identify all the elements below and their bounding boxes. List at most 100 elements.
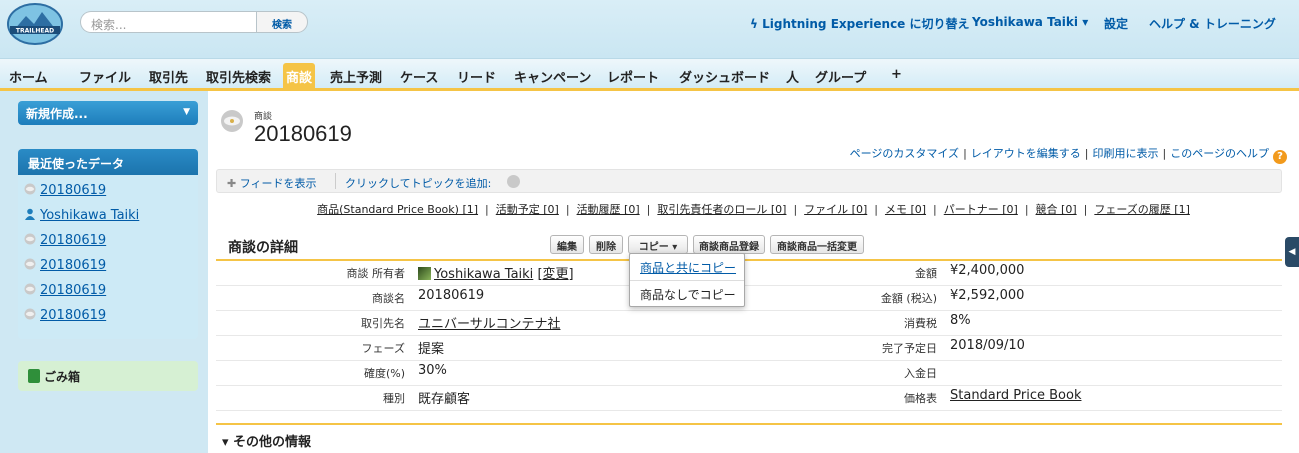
recent-item[interactable]: 20180619 — [24, 233, 106, 248]
opportunity-icon — [24, 183, 36, 195]
related-link-activity-history[interactable]: 活動履歴 [0] — [577, 203, 640, 216]
row-divider — [216, 385, 1282, 386]
tab-leads[interactable]: リード — [454, 65, 499, 87]
bulk-edit-products-button[interactable]: 商談商品一括変更 — [770, 235, 864, 254]
sidebar: 新規作成... ▼ 最近使ったデータ 20180619 Yoshikawa Ta… — [0, 91, 208, 453]
row-divider — [216, 285, 1282, 286]
field-label-owner: 商談 所有者 — [346, 267, 406, 280]
field-value-price-book: Standard Price Book — [950, 388, 1081, 403]
recent-item[interactable]: 20180619 — [24, 308, 106, 323]
page-title: 20180619 — [254, 121, 352, 146]
copy-dropdown-menu: 商品と共にコピー 商品なしでコピー — [629, 253, 745, 307]
row-divider — [216, 335, 1282, 336]
trailhead-logo[interactable]: TRAILHEAD — [6, 2, 64, 46]
search-input[interactable]: 検索... — [80, 11, 256, 33]
tab-groups[interactable]: グループ — [812, 65, 869, 87]
field-value-type: 既存顧客 — [418, 392, 471, 407]
copy-without-products-item[interactable]: 商品なしでコピー — [640, 286, 736, 303]
edit-button[interactable]: 編集 — [550, 235, 584, 254]
info-icon[interactable] — [507, 175, 520, 188]
lightning-bolt-icon: ϟ — [750, 17, 763, 31]
tab-people[interactable]: 人 — [783, 65, 802, 87]
user-icon — [25, 208, 35, 220]
top-header: TRAILHEAD 検索... 検索 ϟ Lightning Experienc… — [0, 0, 1299, 58]
related-link-contact-roles[interactable]: 取引先責任者のロール [0] — [657, 203, 786, 216]
change-owner-link[interactable]: [変更] — [537, 267, 573, 282]
tab-campaigns[interactable]: キャンペーン — [511, 65, 594, 87]
add-products-button[interactable]: 商談商品登録 — [693, 235, 765, 254]
related-link-open-activities[interactable]: 活動予定 [0] — [496, 203, 559, 216]
copy-menu-button[interactable]: コピー ▾ — [628, 235, 688, 254]
related-link-competitors[interactable]: 競合 [0] — [1036, 203, 1077, 216]
settings-link[interactable]: 設定 — [1104, 15, 1128, 32]
tab-cases[interactable]: ケース — [397, 65, 441, 87]
recycle-bin-label: ごみ箱 — [44, 370, 81, 384]
logo-text: TRAILHEAD — [16, 28, 54, 35]
tab-account-search[interactable]: 取引先検索 — [203, 65, 274, 87]
section-divider — [216, 259, 1282, 261]
tab-reports[interactable]: レポート — [604, 65, 662, 87]
field-value-opportunity-name: 20180619 — [418, 288, 485, 303]
recent-items-header: 最近使ったデータ — [18, 149, 198, 175]
price-book-link[interactable]: Standard Price Book — [950, 388, 1081, 403]
related-link-stage-history[interactable]: フェーズの履歴 [1] — [1094, 203, 1190, 216]
user-menu[interactable]: Yoshikawa Taiki ▾ — [972, 15, 1088, 29]
delete-button[interactable]: 削除 — [589, 235, 623, 254]
opportunity-icon — [24, 233, 36, 245]
sidebar-collapse-handle[interactable]: ◀ — [1285, 237, 1299, 267]
divider — [630, 280, 744, 281]
customize-page-link[interactable]: ページのカスタマイズ — [850, 147, 959, 160]
recent-item-link[interactable]: 20180619 — [40, 233, 106, 248]
show-feed-label: フィードを表示 — [239, 177, 317, 190]
field-value-amount: ¥2,400,000 — [950, 263, 1025, 278]
account-link[interactable]: ユニバーサルコンテナ社 — [418, 317, 560, 332]
field-value-close-date: 2018/09/10 — [950, 338, 1025, 353]
row-divider — [216, 310, 1282, 311]
field-value-owner: Yoshikawa Taiki [変更] — [418, 263, 574, 282]
related-link-partners[interactable]: パートナー [0] — [944, 203, 1018, 216]
add-topic-link[interactable]: クリックしてトピックを追加: — [345, 175, 491, 191]
related-link-notes[interactable]: メモ [0] — [885, 203, 926, 216]
field-label-amount-tax: 金額 (税込) — [880, 292, 937, 305]
recent-item-link[interactable]: 20180619 — [40, 258, 106, 273]
page-help-link[interactable]: このページのヘルプ — [1170, 147, 1269, 160]
tab-dashboards[interactable]: ダッシュボード — [676, 65, 773, 87]
tab-bar: ホーム ファイル 取引先 取引先検索 商談 売上予測 ケース リード キャンペー… — [0, 58, 1299, 91]
row-divider — [216, 360, 1282, 361]
related-list-links: 商品(Standard Price Book) [1] | 活動予定 [0] | 活動履… — [317, 203, 1190, 216]
copy-with-products-item[interactable]: 商品と共にコピー — [640, 259, 736, 276]
recent-item-link[interactable]: 20180619 — [40, 283, 106, 298]
search-button[interactable]: 検索 — [256, 11, 308, 33]
recycle-bin-link[interactable]: ごみ箱 — [18, 361, 198, 391]
printable-view-link[interactable]: 印刷用に表示 — [1093, 147, 1159, 160]
recent-item[interactable]: 20180619 — [24, 183, 106, 198]
lightning-switch-link[interactable]: ϟ Lightning Experience に切り替え — [750, 15, 970, 32]
related-link-products[interactable]: 商品(Standard Price Book) [1] — [317, 203, 478, 216]
owner-link[interactable]: Yoshikawa Taiki — [434, 267, 533, 282]
edit-layout-link[interactable]: レイアウトを編集する — [971, 147, 1081, 160]
related-link-files[interactable]: ファイル [0] — [804, 203, 867, 216]
field-label-opportunity-name: 商談名 — [372, 292, 405, 305]
create-new-button[interactable]: 新規作成... ▼ — [18, 101, 198, 125]
other-info-section-toggle[interactable]: ▾ その他の情報 — [222, 431, 311, 450]
recent-item[interactable]: 20180619 — [24, 258, 106, 273]
tab-more[interactable]: + — [888, 65, 905, 87]
tab-opportunities[interactable]: 商談 — [283, 63, 316, 90]
divider — [335, 173, 336, 189]
recent-item-link[interactable]: 20180619 — [40, 308, 106, 323]
recent-item-link[interactable]: 20180619 — [40, 183, 106, 198]
help-icon[interactable]: ? — [1273, 150, 1287, 164]
tab-home[interactable]: ホーム — [6, 65, 51, 87]
field-label-amount: 金額 — [915, 267, 937, 280]
field-value-consumption-tax: 8% — [950, 313, 971, 328]
show-feed-link[interactable]: ✚ フィードを表示 — [227, 175, 317, 191]
tab-accounts[interactable]: 取引先 — [146, 65, 191, 87]
recent-item-link[interactable]: Yoshikawa Taiki — [40, 208, 139, 223]
recent-item[interactable]: Yoshikawa Taiki — [24, 208, 139, 223]
field-value-probability: 30% — [418, 363, 447, 378]
tab-forecasts[interactable]: 売上予測 — [327, 65, 385, 87]
tab-files[interactable]: ファイル — [76, 65, 134, 87]
lightning-switch-label: Lightning Experience に切り替え — [762, 17, 970, 31]
help-training-link[interactable]: ヘルプ & トレーニング — [1149, 15, 1276, 32]
recent-item[interactable]: 20180619 — [24, 283, 106, 298]
